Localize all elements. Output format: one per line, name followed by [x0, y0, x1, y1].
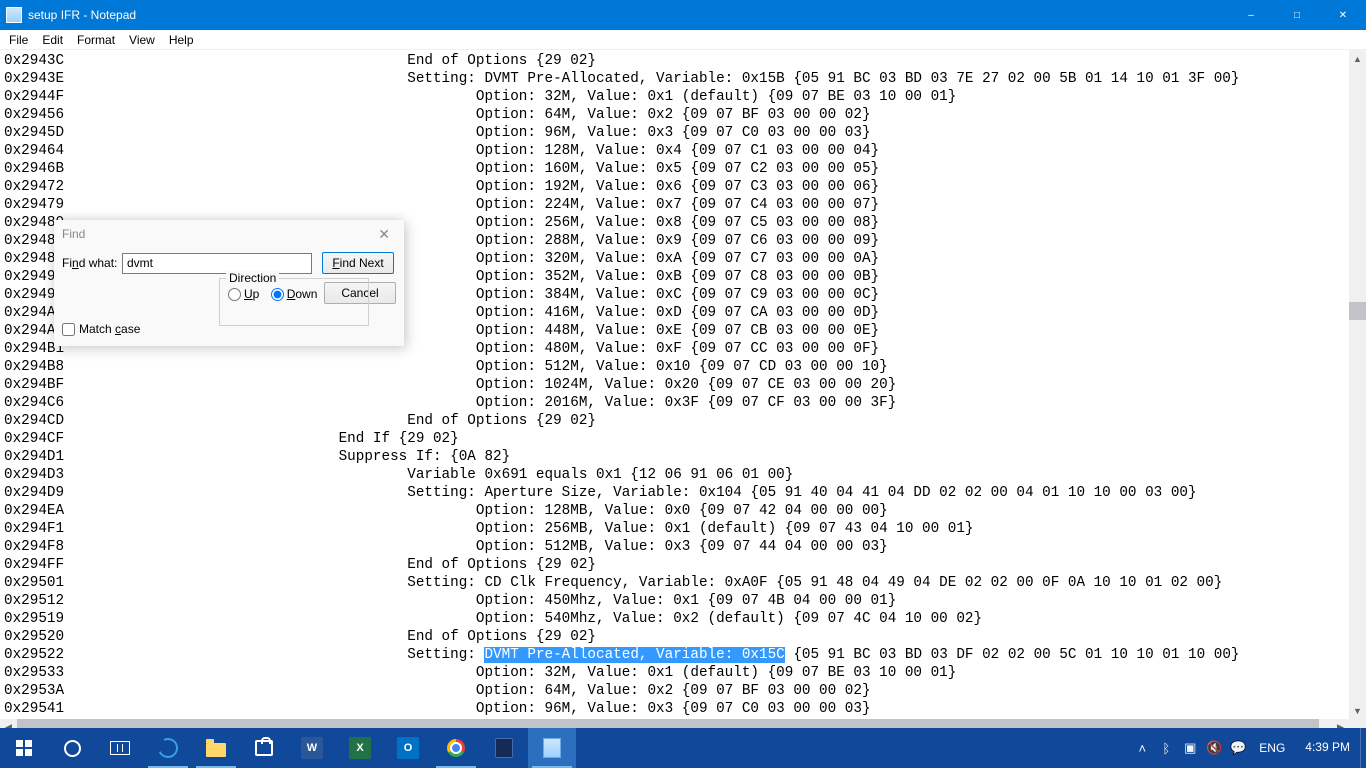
- tray-volume-icon[interactable]: 🔇: [1205, 740, 1223, 756]
- tray-language[interactable]: ENG: [1259, 741, 1285, 755]
- vscroll-track[interactable]: [1349, 67, 1366, 702]
- taskbar-outlook[interactable]: O: [384, 728, 432, 768]
- taskbar-excel[interactable]: X: [336, 728, 384, 768]
- find-what-label: Find what:: [62, 256, 122, 270]
- direction-legend: Direction: [226, 271, 279, 285]
- taskbar-word[interactable]: W: [288, 728, 336, 768]
- scroll-up-arrow-icon[interactable]: ▲: [1349, 50, 1366, 67]
- menu-format[interactable]: Format: [70, 32, 122, 48]
- vscroll-thumb[interactable]: [1349, 302, 1366, 320]
- taskbar-edge[interactable]: [144, 728, 192, 768]
- scroll-down-arrow-icon[interactable]: ▼: [1349, 702, 1366, 719]
- find-next-button[interactable]: Find Next: [322, 252, 394, 274]
- taskbar: W X O ˄ ᛒ ▣ 🔇 💬 ENG 4:39 PM: [0, 728, 1366, 768]
- taskbar-calculator[interactable]: [480, 728, 528, 768]
- find-dialog: Find ✕ Find what: Find Next Cancel Direc…: [54, 220, 404, 346]
- close-button[interactable]: ✕: [1320, 0, 1366, 30]
- taskbar-clock[interactable]: 4:39 PM: [1295, 741, 1360, 754]
- show-desktop-button[interactable]: [1360, 728, 1366, 768]
- direction-down-radio[interactable]: Down: [271, 287, 318, 301]
- minimize-button[interactable]: –: [1228, 0, 1274, 30]
- menu-bar: File Edit Format View Help: [0, 30, 1366, 49]
- find-close-button[interactable]: ✕: [372, 224, 396, 245]
- taskbar-chrome[interactable]: [432, 728, 480, 768]
- tray-chevron-up-icon[interactable]: ˄: [1133, 741, 1151, 756]
- system-tray[interactable]: ˄ ᛒ ▣ 🔇 💬 ENG: [1129, 728, 1295, 768]
- window-controls: – □ ✕: [1228, 0, 1366, 30]
- task-view-button[interactable]: [96, 728, 144, 768]
- vertical-scrollbar[interactable]: ▲ ▼: [1349, 50, 1366, 719]
- direction-up-radio[interactable]: Up: [228, 287, 259, 301]
- text-content[interactable]: 0x2943C End of Options {29 02}0x2943E Se…: [0, 50, 1366, 719]
- find-what-input[interactable]: [122, 253, 312, 274]
- title-bar: setup IFR - Notepad – □ ✕: [0, 0, 1366, 30]
- menu-file[interactable]: File: [2, 32, 35, 48]
- notepad-app-icon: [6, 7, 22, 23]
- find-dialog-title: Find: [62, 227, 372, 241]
- match-case-checkbox[interactable]: Match case: [62, 322, 140, 336]
- cortana-button[interactable]: [48, 728, 96, 768]
- editor-area: 0x2943C End of Options {29 02}0x2943E Se…: [0, 49, 1366, 719]
- taskbar-file-explorer[interactable]: [192, 728, 240, 768]
- direction-group: Direction Up Down: [219, 278, 369, 326]
- menu-edit[interactable]: Edit: [35, 32, 70, 48]
- start-button[interactable]: [0, 728, 48, 768]
- tray-battery-icon[interactable]: ▣: [1181, 740, 1199, 756]
- taskbar-notepad[interactable]: [528, 728, 576, 768]
- tray-action-center-icon[interactable]: 💬: [1229, 740, 1247, 756]
- tray-bluetooth-icon[interactable]: ᛒ: [1157, 741, 1175, 756]
- maximize-button[interactable]: □: [1274, 0, 1320, 30]
- menu-view[interactable]: View: [122, 32, 162, 48]
- menu-help[interactable]: Help: [162, 32, 201, 48]
- find-dialog-titlebar[interactable]: Find ✕: [54, 220, 404, 248]
- taskbar-store[interactable]: [240, 728, 288, 768]
- window-title: setup IFR - Notepad: [28, 8, 1228, 22]
